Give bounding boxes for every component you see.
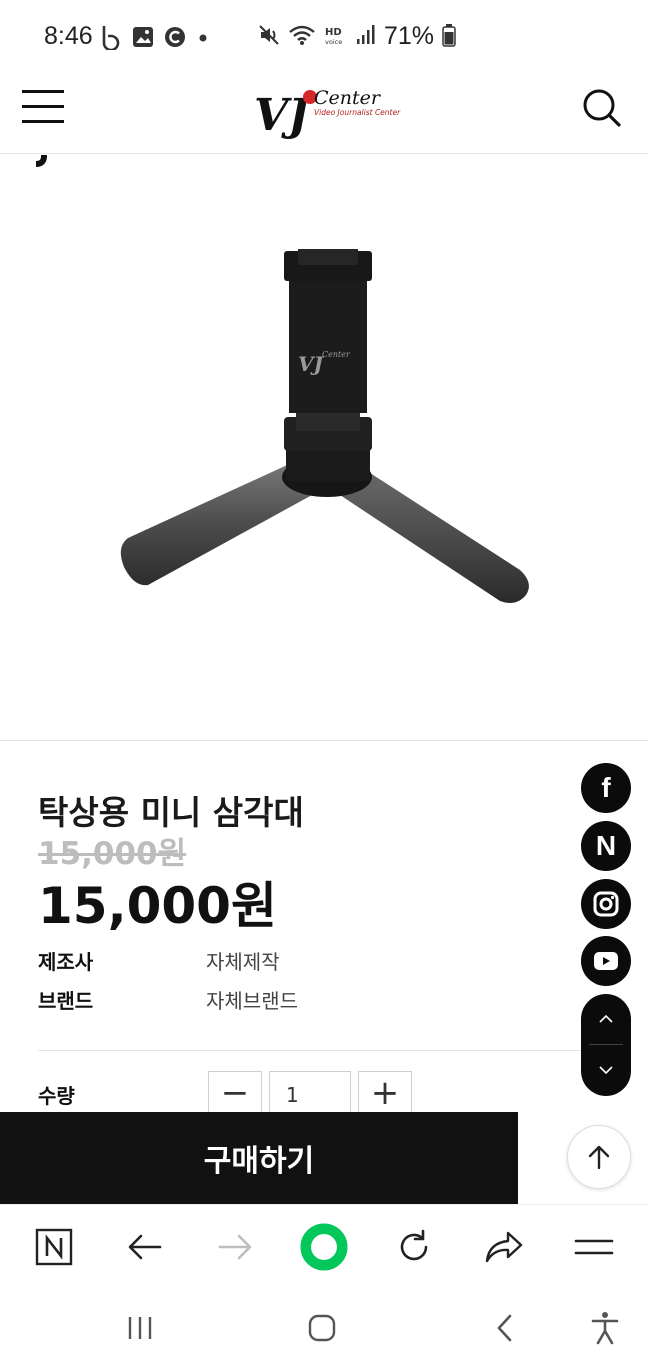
divider bbox=[38, 1050, 598, 1051]
b-app-icon bbox=[100, 24, 122, 54]
svg-text:Center: Center bbox=[314, 87, 382, 109]
svg-text:Center: Center bbox=[322, 350, 351, 359]
status-time: 8:46 bbox=[44, 22, 93, 50]
youtube-icon[interactable] bbox=[581, 936, 631, 986]
site-logo[interactable]: VJ Center Video Journalist Center bbox=[252, 80, 402, 148]
spec-label: 제조사 bbox=[38, 950, 94, 974]
facebook-icon[interactable]: f bbox=[581, 763, 631, 813]
dot-icon bbox=[196, 30, 210, 49]
browser-menu-icon[interactable] bbox=[570, 1223, 618, 1271]
refresh-icon[interactable] bbox=[390, 1223, 438, 1271]
gallery-icon bbox=[132, 26, 154, 52]
recent-apps-icon[interactable] bbox=[115, 1306, 165, 1350]
buy-button[interactable]: 구매하기 bbox=[0, 1112, 518, 1204]
spec-value: 자체제작 bbox=[206, 950, 280, 974]
mute-icon bbox=[258, 24, 280, 50]
search-icon[interactable] bbox=[580, 86, 624, 130]
battery-icon bbox=[442, 23, 456, 51]
naver-home-icon[interactable] bbox=[30, 1223, 78, 1271]
svg-text:HD: HD bbox=[325, 27, 342, 38]
home-icon[interactable] bbox=[297, 1306, 347, 1350]
product-title: 탁상용 미니 삼각대 bbox=[38, 793, 304, 832]
back-arrow-icon[interactable] bbox=[121, 1223, 169, 1271]
instagram-icon[interactable] bbox=[581, 879, 631, 929]
svg-text:voice: voice bbox=[325, 38, 342, 46]
spec-value: 자체브랜드 bbox=[206, 989, 298, 1013]
scroll-to-top-icon[interactable] bbox=[567, 1125, 631, 1189]
product-image: VJ Center bbox=[0, 155, 648, 741]
svg-text:Video Journalist Center: Video Journalist Center bbox=[314, 108, 401, 117]
accessibility-icon[interactable] bbox=[580, 1306, 630, 1350]
sale-price: 15,000원 bbox=[38, 877, 277, 935]
signal-icon bbox=[356, 24, 376, 50]
hamburger-menu-icon[interactable] bbox=[22, 88, 66, 126]
share-icon[interactable] bbox=[480, 1223, 528, 1271]
system-icons: HD voice 71% bbox=[258, 22, 456, 51]
back-icon[interactable] bbox=[479, 1306, 529, 1350]
wifi-icon bbox=[288, 24, 316, 50]
spec-label: 브랜드 bbox=[38, 989, 94, 1013]
svg-text:VJ: VJ bbox=[298, 352, 325, 376]
scroll-up-icon[interactable] bbox=[581, 994, 631, 1044]
scroll-control bbox=[581, 994, 631, 1096]
naver-icon[interactable]: N bbox=[581, 821, 631, 871]
hd-voice-icon: HD voice bbox=[324, 24, 348, 50]
forward-arrow-icon bbox=[211, 1223, 259, 1271]
scroll-down-icon[interactable] bbox=[581, 1045, 631, 1095]
quantity-label: 수량 bbox=[38, 1084, 75, 1108]
buy-button-label: 구매하기 bbox=[203, 1144, 315, 1179]
system-nav-bar bbox=[0, 1288, 648, 1368]
green-ring-icon[interactable] bbox=[300, 1223, 348, 1271]
status-bar: 8:46 HD voice 71% bbox=[0, 0, 648, 76]
notification-icons bbox=[100, 24, 210, 54]
browser-toolbar bbox=[0, 1204, 648, 1288]
battery-percent: 71% bbox=[384, 22, 435, 50]
site-header: VJ Center Video Journalist Center bbox=[0, 76, 648, 154]
c-app-icon bbox=[164, 26, 186, 52]
